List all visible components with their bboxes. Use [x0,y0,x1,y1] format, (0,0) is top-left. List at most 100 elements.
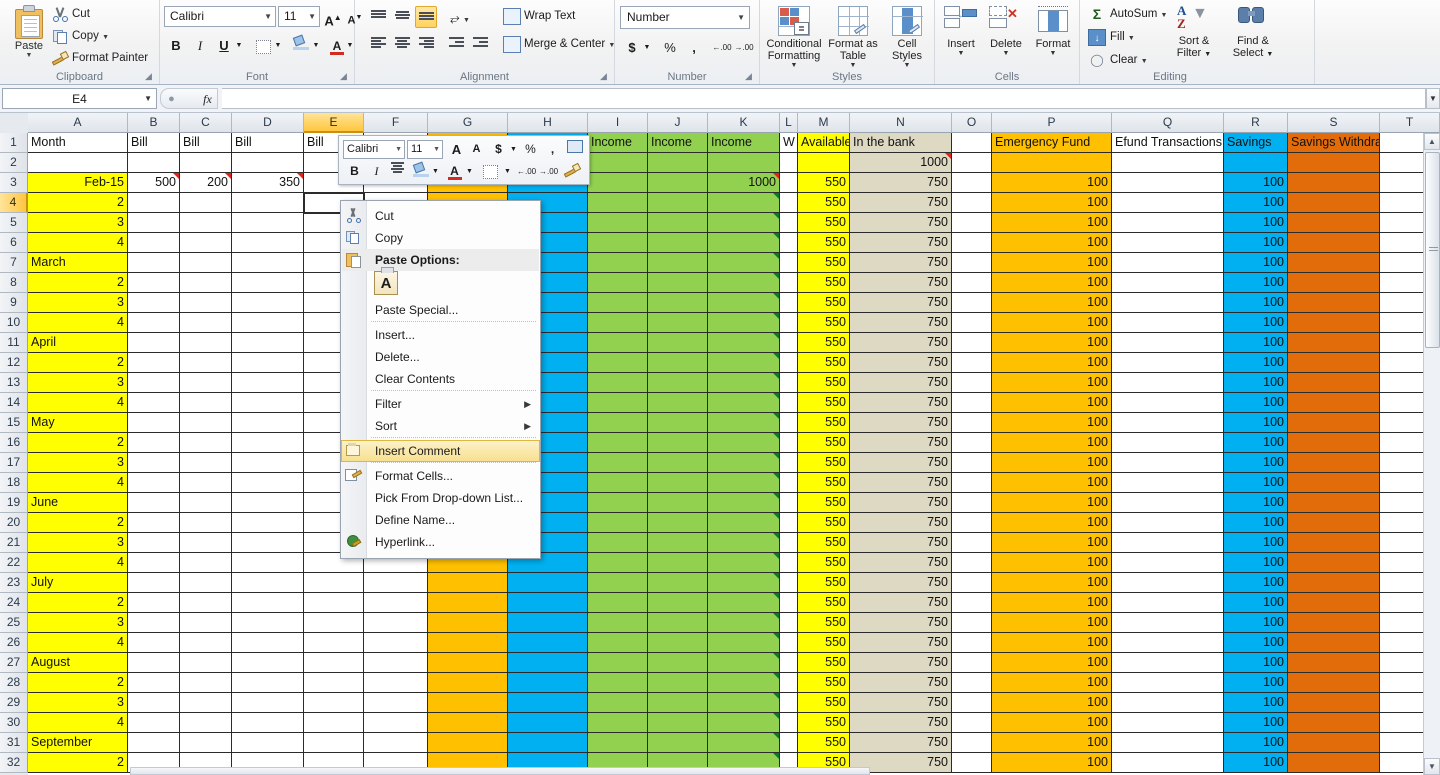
cell-K21[interactable] [708,533,780,553]
cell-P12[interactable]: 100 [992,353,1112,373]
cell-D15[interactable] [232,413,304,433]
cell-K1-income-header[interactable]: Income [708,133,780,153]
cell-L9[interactable] [780,293,798,313]
cell-E24[interactable] [304,593,364,613]
row-header-27[interactable]: 27 [0,653,28,673]
cell-J3[interactable] [648,173,708,193]
cell-I19[interactable] [588,493,648,513]
mini-percent-button[interactable]: % [521,140,540,159]
cell-Q15[interactable] [1112,413,1224,433]
cell-C11[interactable] [180,333,232,353]
mini-currency-button[interactable]: $ [489,140,508,159]
cell-K18[interactable] [708,473,780,493]
cell-P10[interactable]: 100 [992,313,1112,333]
cell-G31[interactable] [428,733,508,753]
column-header-B[interactable]: B [128,113,180,133]
cell-C18[interactable] [180,473,232,493]
cell-I10[interactable] [588,313,648,333]
context-menu-item-clear-contents[interactable]: Clear Contents [342,368,539,390]
row-header-29[interactable]: 29 [0,693,28,713]
cell-N27[interactable]: 750 [850,653,952,673]
format-caret[interactable]: ▼ [1029,50,1077,58]
cell-C20[interactable] [180,513,232,533]
cell-L19[interactable] [780,493,798,513]
cell-A3-month[interactable]: Feb-15 [28,173,128,193]
cell-K24[interactable] [708,593,780,613]
cell-O31[interactable] [952,733,992,753]
context-menu-item-define-name[interactable]: Define Name... [342,509,539,531]
cell-K16[interactable] [708,433,780,453]
cell-R23[interactable]: 100 [1224,573,1288,593]
cell-K12[interactable] [708,353,780,373]
cell-F27[interactable] [364,653,428,673]
row-header-18[interactable]: 18 [0,473,28,493]
cell-N20[interactable]: 750 [850,513,952,533]
row-header-17[interactable]: 17 [0,453,28,473]
cell-P22[interactable]: 100 [992,553,1112,573]
cell-P27[interactable]: 100 [992,653,1112,673]
cell-G26[interactable] [428,633,508,653]
cell-M28[interactable]: 550 [798,673,850,693]
cell-I6[interactable] [588,233,648,253]
column-header-E[interactable]: E [304,113,364,133]
cell-M27[interactable]: 550 [798,653,850,673]
insert-function-button[interactable]: fx [199,91,216,108]
cell-N2[interactable]: 1000 [850,153,952,173]
row-header-30[interactable]: 30 [0,713,28,733]
cell-C22[interactable] [180,553,232,573]
cell-Q1-efund-header[interactable]: Efund Transactions [1112,133,1224,153]
cell-P8[interactable]: 100 [992,273,1112,293]
row-header-3[interactable]: 3 [0,173,28,193]
cell-N13[interactable]: 750 [850,373,952,393]
cell-N11[interactable]: 750 [850,333,952,353]
cell-N16[interactable]: 750 [850,433,952,453]
cell-S32[interactable] [1288,753,1380,773]
cell-K6[interactable] [708,233,780,253]
cell-J1-income-header[interactable]: Income [648,133,708,153]
cell-I30[interactable] [588,713,648,733]
cell-A14-week[interactable]: 4 [28,393,128,413]
cell-O4[interactable] [952,193,992,213]
cell-L14[interactable] [780,393,798,413]
cell-C16[interactable] [180,433,232,453]
mini-font-family-input[interactable]: Calibri ▼ [343,140,405,159]
cell-Q10[interactable] [1112,313,1224,333]
mini-increase-decimal-button[interactable]: ←.00 [517,162,536,181]
cell-I1-income-header[interactable]: Income [588,133,648,153]
cell-N21[interactable]: 750 [850,533,952,553]
cell-O9[interactable] [952,293,992,313]
cell-A20-week[interactable]: 2 [28,513,128,533]
cell-S10[interactable] [1288,313,1380,333]
cell-D16[interactable] [232,433,304,453]
cell-J24[interactable] [648,593,708,613]
cell-Q6[interactable] [1112,233,1224,253]
cell-I26[interactable] [588,633,648,653]
cell-D31[interactable] [232,733,304,753]
row-header-24[interactable]: 24 [0,593,28,613]
horizontal-scrollbar[interactable] [130,767,870,775]
row-header-28[interactable]: 28 [0,673,28,693]
cell-Q25[interactable] [1112,613,1224,633]
align-left-button[interactable] [367,34,389,56]
cell-Q5[interactable] [1112,213,1224,233]
cell-L20[interactable] [780,513,798,533]
cell-A22-week[interactable]: 4 [28,553,128,573]
row-header-7[interactable]: 7 [0,253,28,273]
cell-A8-week[interactable]: 2 [28,273,128,293]
context-menu-item-insert[interactable]: Insert... [342,324,539,346]
cell-A4-week[interactable]: 2 [28,193,128,213]
cell-C3[interactable]: 200 [180,173,232,193]
cell-J26[interactable] [648,633,708,653]
cell-A13-week[interactable]: 3 [28,373,128,393]
cell-D20[interactable] [232,513,304,533]
cell-K25[interactable] [708,613,780,633]
cell-K10[interactable] [708,313,780,333]
cell-S24[interactable] [1288,593,1380,613]
cell-D17[interactable] [232,453,304,473]
paste-button[interactable]: Paste ▼ [6,3,52,69]
cell-P23[interactable]: 100 [992,573,1112,593]
align-center-button[interactable] [391,34,413,56]
cell-K29[interactable] [708,693,780,713]
cell-J27[interactable] [648,653,708,673]
cell-N29[interactable]: 750 [850,693,952,713]
